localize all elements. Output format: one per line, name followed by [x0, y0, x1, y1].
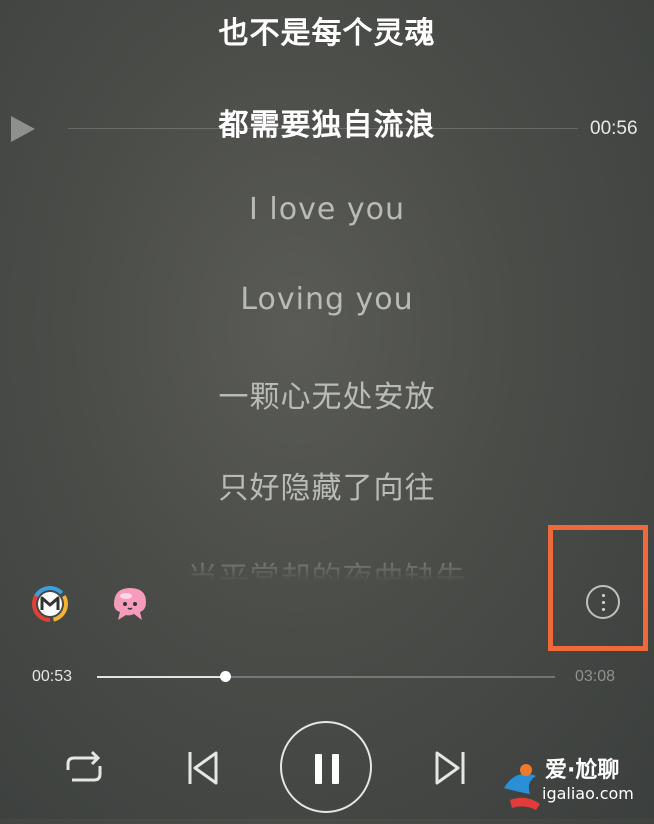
lyric-line: I love you — [249, 192, 405, 227]
watermark-title: 爱·尬聊 — [545, 758, 620, 783]
lyric-line: Loving you — [240, 282, 414, 317]
skip-next-icon[interactable] — [433, 750, 467, 786]
ghost-mascot-icon[interactable] — [108, 582, 148, 622]
m-logo-icon[interactable] — [30, 584, 70, 624]
progress-fill — [97, 676, 226, 678]
lyric-line: 也不是每个灵魂 — [218, 16, 436, 51]
total-time: 03:08 — [575, 668, 616, 685]
skip-previous-icon[interactable] — [186, 750, 220, 786]
lyric-seek-time: 00:56 — [590, 118, 638, 139]
highlight-annotation — [548, 525, 648, 651]
lyric-line-current: 都需要独自流浪 — [218, 108, 436, 143]
pause-icon[interactable] — [280, 721, 372, 813]
lyric-line: 只好隐藏了向往 — [218, 471, 436, 506]
progress-slider[interactable] — [97, 671, 555, 682]
repeat-icon[interactable] — [62, 748, 106, 788]
lyric-line: 一颗心无处安放 — [218, 380, 436, 415]
watermark-url: igaliao.com — [542, 784, 634, 803]
progress-thumb[interactable] — [220, 671, 232, 682]
current-time: 00:53 — [32, 668, 73, 685]
lyric-seek-line — [68, 128, 578, 129]
play-icon[interactable] — [11, 116, 35, 142]
